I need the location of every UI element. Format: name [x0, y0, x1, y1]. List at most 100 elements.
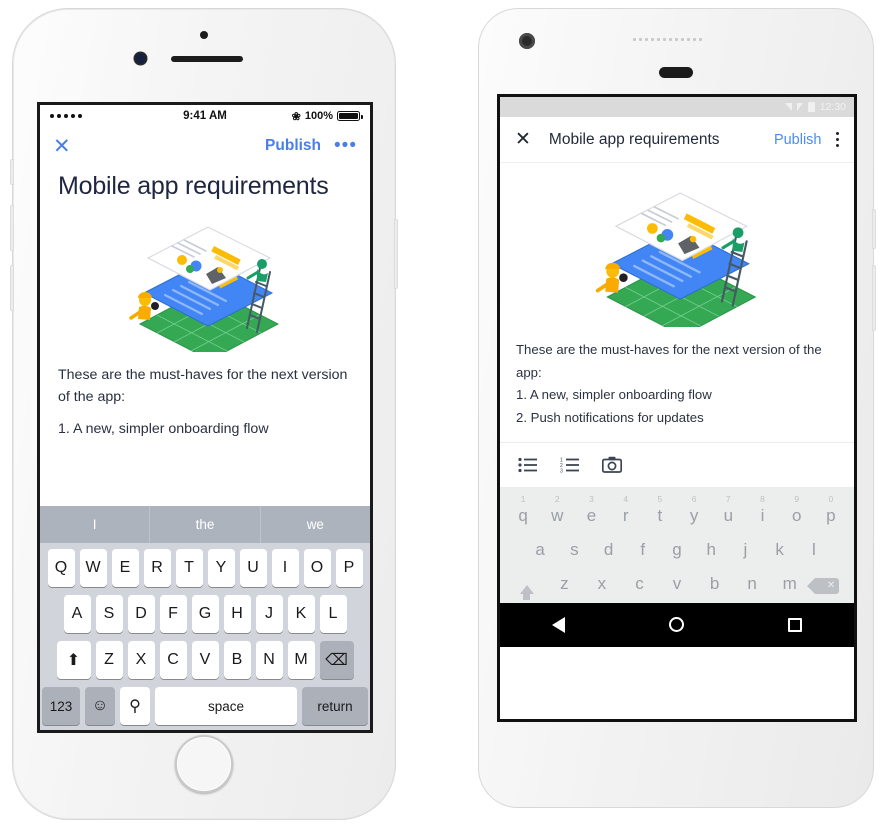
key-k[interactable]: k: [763, 529, 797, 563]
key-x[interactable]: x: [583, 563, 621, 597]
key-c[interactable]: c: [621, 563, 659, 597]
key-g[interactable]: G: [191, 595, 219, 633]
document-text[interactable]: These are the must-haves for the next ve…: [58, 364, 352, 440]
key-i[interactable]: 8i: [745, 493, 779, 529]
key-l[interactable]: L: [319, 595, 347, 633]
key-s[interactable]: S: [95, 595, 123, 633]
iphone-power-button: [394, 219, 398, 289]
iphone-volume-up-button: [10, 205, 14, 251]
emoji-icon[interactable]: ☺: [85, 687, 115, 725]
key-k[interactable]: K: [287, 595, 315, 633]
key-i-number: 8: [760, 493, 765, 504]
key-a[interactable]: a: [523, 529, 557, 563]
overflow-menu-icon[interactable]: [835, 131, 839, 148]
key-f[interactable]: f: [626, 529, 660, 563]
publish-button[interactable]: Publish: [774, 132, 822, 148]
key-p[interactable]: P: [335, 549, 363, 587]
key-t-number: 5: [657, 493, 663, 504]
numbers-key[interactable]: 123: [42, 687, 80, 725]
key-v[interactable]: v: [658, 563, 696, 597]
key-q[interactable]: Q: [47, 549, 75, 587]
iphone-mute-switch: [10, 159, 14, 185]
backspace-key[interactable]: ⌫: [319, 641, 354, 679]
return-key[interactable]: return: [302, 687, 368, 725]
key-z[interactable]: z: [546, 563, 584, 597]
key-b[interactable]: B: [223, 641, 251, 679]
key-y-number: 6: [691, 493, 697, 504]
key-o[interactable]: O: [303, 549, 331, 587]
key-w[interactable]: W: [79, 549, 107, 587]
android-app-bar: ✕ Mobile app requirements Publish: [500, 117, 854, 163]
key-e[interactable]: E: [111, 549, 139, 587]
page-title[interactable]: Mobile app requirements: [58, 171, 352, 202]
more-options-icon[interactable]: •••: [334, 136, 357, 156]
back-button[interactable]: [552, 616, 565, 633]
isometric-layered-document-illustration: [129, 225, 280, 352]
bulleted-list-icon[interactable]: [518, 457, 538, 473]
numbered-list-icon[interactable]: 1 2 3: [560, 457, 580, 473]
key-x[interactable]: X: [127, 641, 155, 679]
key-s[interactable]: s: [557, 529, 591, 563]
key-d[interactable]: D: [127, 595, 155, 633]
recents-button[interactable]: [788, 617, 802, 632]
front-camera-icon: [519, 33, 535, 49]
microphone-icon[interactable]: ⚲: [120, 687, 150, 725]
document-paragraph: These are the must-haves for the next ve…: [516, 342, 822, 380]
shift-key[interactable]: ⬆: [56, 641, 91, 679]
key-q[interactable]: 1q: [506, 494, 540, 529]
document-text[interactable]: These are the must-haves for the next ve…: [500, 333, 854, 430]
prediction-2[interactable]: we: [261, 506, 370, 543]
android-navigation-bar: [500, 602, 854, 647]
key-h[interactable]: H: [223, 595, 251, 633]
backspace-key[interactable]: ✕: [807, 563, 846, 597]
key-m[interactable]: M: [287, 641, 315, 679]
key-d[interactable]: d: [591, 529, 625, 563]
key-a[interactable]: A: [63, 595, 91, 633]
key-j[interactable]: j: [728, 529, 762, 563]
key-y[interactable]: 6y: [677, 493, 711, 529]
keyboard-row-2: A S D F G H J K L: [42, 595, 368, 633]
key-w[interactable]: 2w: [540, 494, 574, 529]
close-icon[interactable]: ✕: [53, 136, 71, 157]
key-h[interactable]: h: [694, 529, 728, 563]
camera-icon[interactable]: [602, 456, 622, 474]
home-button[interactable]: [669, 617, 684, 633]
key-o-number: 9: [794, 493, 800, 504]
format-toolbar: 1 2 3: [500, 441, 854, 488]
key-c[interactable]: C: [159, 641, 187, 679]
home-button[interactable]: [175, 735, 233, 793]
space-key[interactable]: space: [155, 687, 297, 725]
keyboard-row-3: z x c v b n m ✕: [506, 563, 848, 600]
battery-icon: [807, 102, 815, 112]
key-e[interactable]: 3e: [574, 494, 608, 529]
android-keyboard: 1q 2w 3e 4r 5t 6y 7u 8i 9o 0p a s d f g: [500, 487, 854, 603]
key-i[interactable]: I: [271, 549, 299, 587]
key-n[interactable]: n: [733, 563, 771, 597]
shift-key[interactable]: [508, 563, 546, 600]
key-u[interactable]: 7u: [711, 494, 745, 529]
publish-button[interactable]: Publish: [265, 137, 321, 155]
key-p[interactable]: 0p: [814, 494, 848, 529]
key-n[interactable]: N: [255, 641, 283, 679]
prediction-0[interactable]: I: [40, 506, 151, 543]
bluetooth-icon: ❀: [291, 110, 301, 123]
key-r[interactable]: R: [143, 549, 171, 587]
key-t[interactable]: 5t: [643, 493, 677, 529]
key-m[interactable]: m: [771, 563, 809, 597]
close-icon[interactable]: ✕: [515, 130, 531, 149]
key-y[interactable]: Y: [207, 549, 235, 587]
key-u[interactable]: U: [239, 549, 267, 587]
key-r[interactable]: 4r: [609, 494, 643, 529]
key-b[interactable]: b: [696, 563, 734, 597]
key-g[interactable]: g: [660, 529, 694, 563]
key-z[interactable]: Z: [95, 641, 123, 679]
key-v[interactable]: V: [191, 641, 219, 679]
prediction-1[interactable]: the: [150, 506, 261, 543]
key-j[interactable]: J: [255, 595, 283, 633]
battery-icon: [337, 111, 363, 121]
key-l[interactable]: l: [797, 529, 831, 563]
key-f[interactable]: F: [159, 595, 187, 633]
key-t[interactable]: T: [175, 549, 203, 587]
key-o[interactable]: 9o: [780, 493, 814, 529]
ios-document-body: Mobile app requirements These are the mu…: [40, 165, 370, 440]
